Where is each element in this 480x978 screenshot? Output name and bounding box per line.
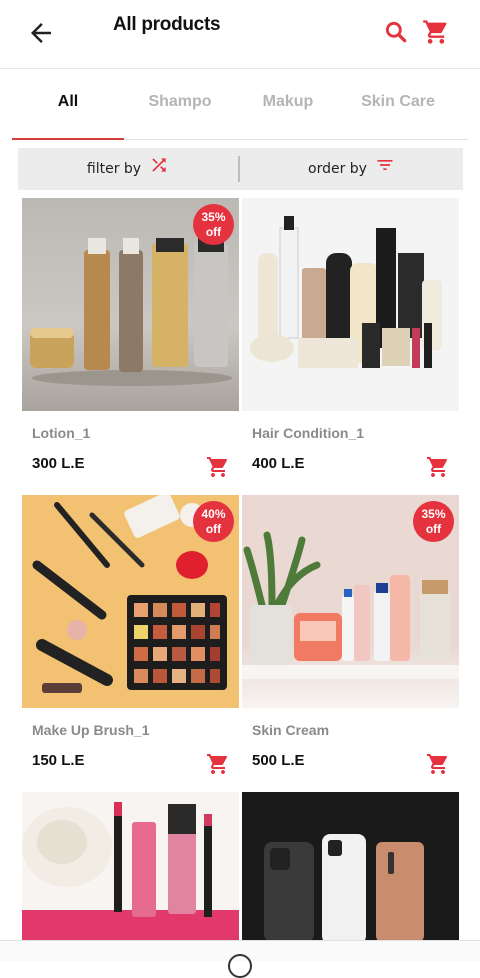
product-price: 300 L.E [32, 455, 85, 472]
add-to-cart-icon[interactable] [426, 455, 450, 479]
product-price: 400 L.E [252, 455, 305, 472]
product-name: Make Up Brush_1 [32, 722, 150, 738]
product-name: Skin Cream [252, 722, 330, 738]
product-name: Hair Condition_1 [252, 425, 365, 441]
product-price: 150 L.E [32, 752, 85, 769]
product-image: 35% off [242, 495, 459, 708]
filter-by-button[interactable]: filter by [18, 148, 238, 190]
discount-badge: 40% off [193, 501, 234, 542]
add-to-cart-icon[interactable] [206, 752, 230, 776]
filter-by-label: filter by [86, 161, 142, 177]
search-icon[interactable] [383, 19, 409, 45]
app-bar: All products [0, 0, 480, 69]
shuffle-icon [152, 158, 166, 172]
discount-badge: 35% off [413, 501, 454, 542]
product-name: Lotion_1 [32, 425, 91, 441]
tab-skin-care[interactable]: Skin Care [346, 93, 450, 111]
tab-all[interactable]: All [12, 93, 124, 111]
add-to-cart-icon[interactable] [426, 752, 450, 776]
product-image: 35% off [22, 198, 239, 411]
discount-badge: 35% off [193, 204, 234, 245]
order-by-button[interactable]: order by [240, 148, 463, 190]
order-by-label: order by [308, 161, 367, 177]
product-image: 40% off [22, 495, 239, 708]
category-tabs: All Shampo Makup Skin Care [12, 69, 468, 140]
product-price: 500 L.E [252, 752, 305, 769]
product-image [22, 792, 239, 940]
product-image [242, 792, 459, 940]
smartphones-illustration [264, 834, 424, 940]
cart-icon[interactable] [422, 18, 450, 46]
page-title: All products [113, 14, 221, 35]
add-to-cart-icon[interactable] [206, 455, 230, 479]
home-indicator[interactable] [228, 954, 252, 978]
sort-icon [377, 160, 393, 170]
lipstick-rose-illustration [22, 802, 239, 940]
active-tab-indicator [12, 138, 124, 140]
cosmetics-collection-illustration [250, 216, 442, 368]
tab-shampo[interactable]: Shampo [124, 93, 236, 111]
tab-makup[interactable]: Makup [236, 93, 340, 111]
filter-order-bar: filter by order by [18, 148, 463, 190]
product-image [242, 198, 459, 411]
back-arrow-icon[interactable] [26, 18, 56, 48]
